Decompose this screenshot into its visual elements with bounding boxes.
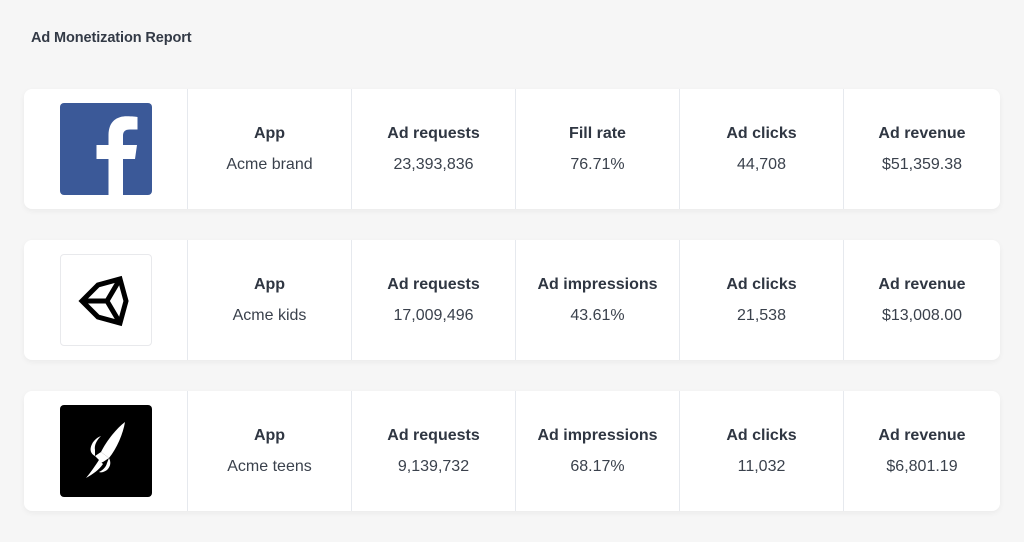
metric-value: 23,393,836 <box>393 155 474 173</box>
metric-label: Ad impressions <box>537 275 658 293</box>
logo-cell <box>24 89 188 209</box>
report-row-acme-brand[interactable]: App Acme brand Ad requests 23,393,836 Fi… <box>24 89 1000 209</box>
metric-value: $13,008.00 <box>881 306 963 324</box>
metric-ad-requests: Ad requests 23,393,836 <box>352 89 516 209</box>
metric-ad-impressions: Ad impressions 68.17% <box>516 391 680 511</box>
metric-ad-revenue: Ad revenue $6,801.19 <box>844 391 1000 511</box>
metric-value: Acme teens <box>227 457 312 475</box>
metric-value: 76.71% <box>570 155 625 173</box>
metric-value: 9,139,732 <box>397 457 470 475</box>
metric-label: Ad clicks <box>726 275 797 293</box>
metric-value: 11,032 <box>737 457 786 475</box>
metric-ad-impressions: Ad impressions 43.61% <box>516 240 680 360</box>
metric-value: Acme kids <box>232 306 307 324</box>
metric-app: App Acme teens <box>188 391 352 511</box>
metric-ad-revenue: Ad revenue $51,359.38 <box>844 89 1000 209</box>
metric-label: Ad revenue <box>878 124 966 142</box>
metric-value: 43.61% <box>570 306 625 324</box>
metric-label: Ad revenue <box>878 275 966 293</box>
rocket-logo-icon <box>59 405 152 497</box>
metric-ad-clicks: Ad clicks 11,032 <box>680 391 844 511</box>
metric-ad-requests: Ad requests 9,139,732 <box>352 391 516 511</box>
facebook-logo-icon <box>59 103 152 195</box>
metric-label: App <box>253 275 286 293</box>
metric-label: Ad requests <box>387 124 480 142</box>
metric-value: $6,801.19 <box>886 457 958 475</box>
report-row-acme-teens[interactable]: App Acme teens Ad requests 9,139,732 Ad … <box>24 391 1000 511</box>
metric-app: App Acme brand <box>188 89 352 209</box>
metric-app: App Acme kids <box>188 240 352 360</box>
metric-value: Acme brand <box>226 155 313 173</box>
metric-label: Ad requests <box>387 275 480 293</box>
metric-ad-clicks: Ad clicks 44,708 <box>680 89 844 209</box>
metric-value: $51,359.38 <box>881 155 963 173</box>
page-title: Ad Monetization Report <box>31 30 192 46</box>
metric-label: App <box>253 124 286 142</box>
logo-cell <box>24 391 188 511</box>
metric-label: Ad clicks <box>726 124 797 142</box>
metric-value: 44,708 <box>737 155 786 173</box>
metric-value: 17,009,496 <box>393 306 474 324</box>
logo-cell <box>24 240 188 360</box>
metric-ad-requests: Ad requests 17,009,496 <box>352 240 516 360</box>
unity-logo-icon <box>59 254 152 346</box>
metric-label: Ad clicks <box>726 426 797 444</box>
metric-label: Ad impressions <box>537 426 658 444</box>
metric-label: App <box>253 426 286 444</box>
metric-fill-rate: Fill rate 76.71% <box>516 89 680 209</box>
metric-label: Ad requests <box>387 426 480 444</box>
metric-ad-revenue: Ad revenue $13,008.00 <box>844 240 1000 360</box>
report-row-acme-kids[interactable]: App Acme kids Ad requests 17,009,496 Ad … <box>24 240 1000 360</box>
metric-value: 21,538 <box>737 306 786 324</box>
metric-label: Fill rate <box>569 124 626 142</box>
metric-ad-clicks: Ad clicks 21,538 <box>680 240 844 360</box>
metric-value: 68.17% <box>570 457 625 475</box>
metric-label: Ad revenue <box>878 426 966 444</box>
